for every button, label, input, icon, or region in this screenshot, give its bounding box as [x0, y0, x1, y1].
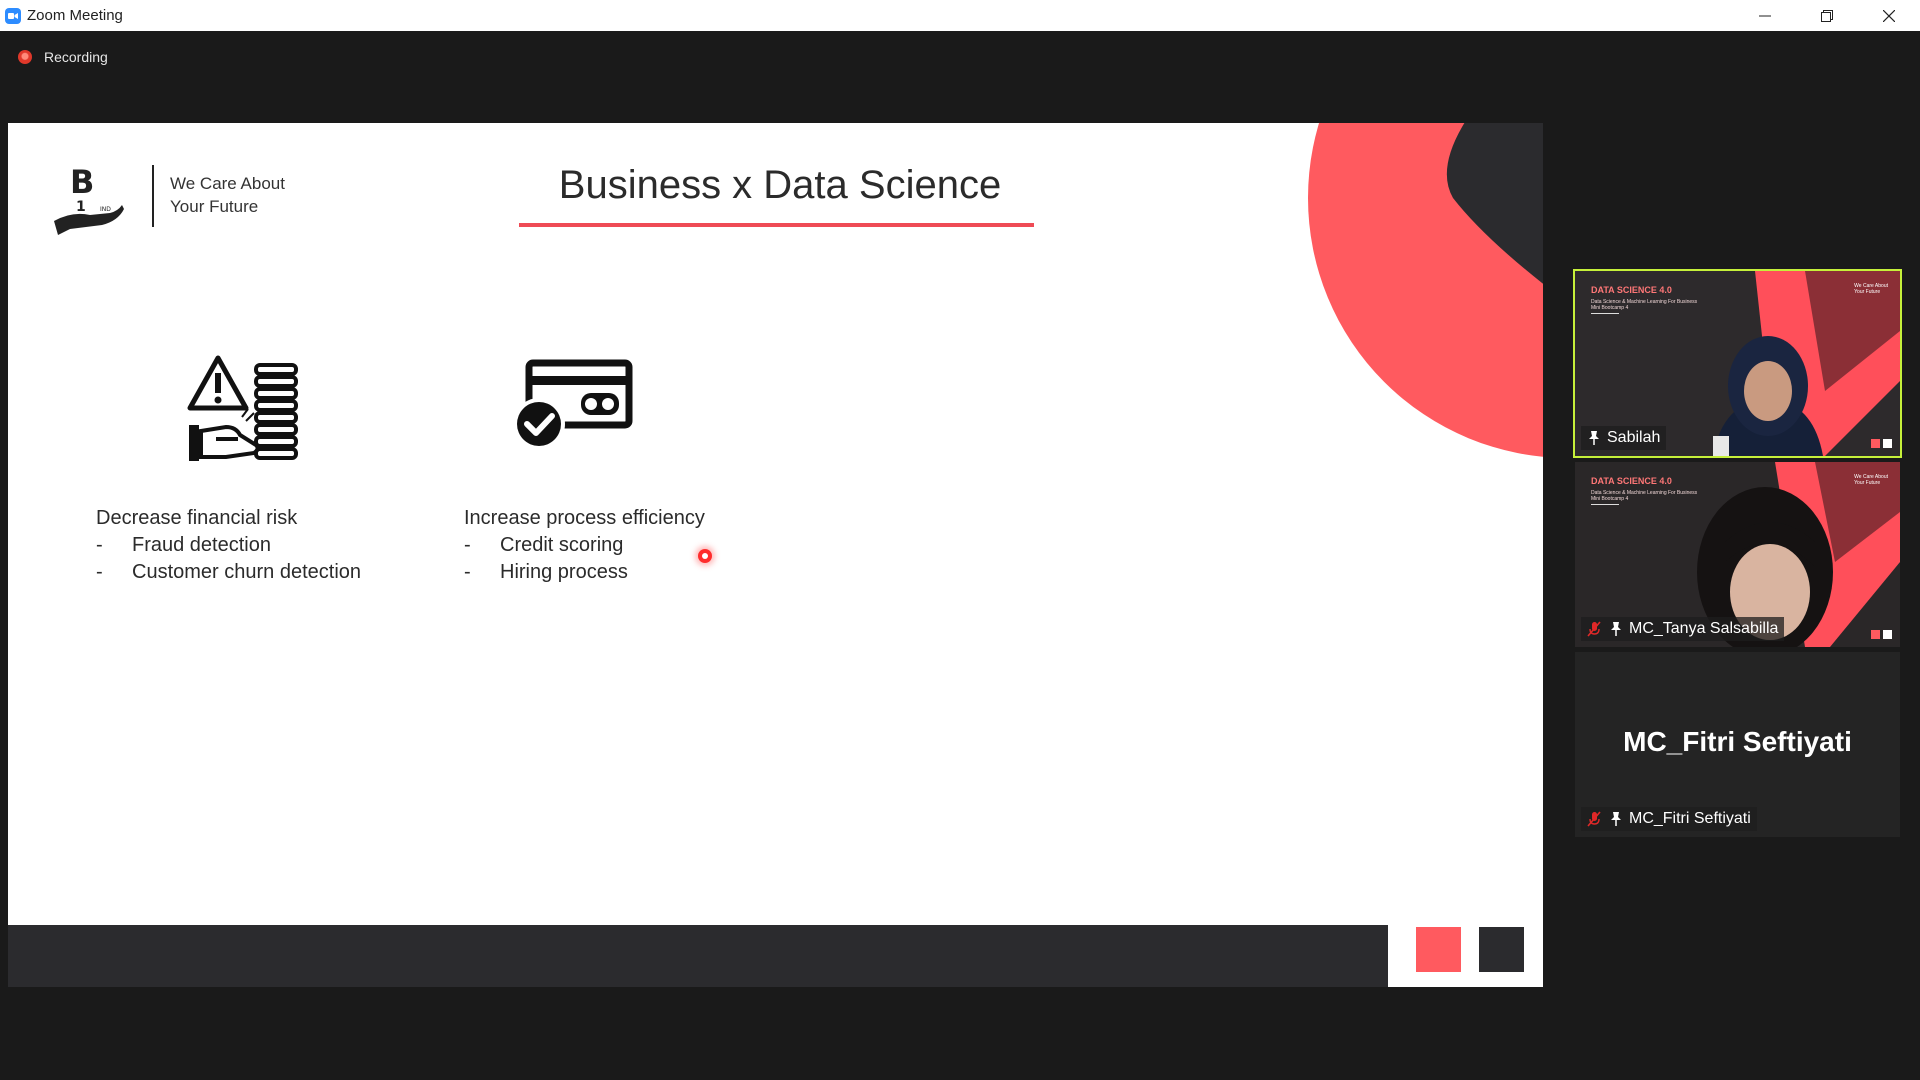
- list-dash: -: [464, 561, 471, 583]
- shared-screen-slide: B 1 IND We Care About Your Future Busine…: [8, 123, 1543, 987]
- zoom-camera-icon: [5, 7, 21, 24]
- participant-name-tag: MC_Fitri Seftiyati: [1581, 807, 1757, 831]
- participant-name-tag: MC_Tanya Salsabilla: [1581, 617, 1785, 641]
- participant-tile-sabilah[interactable]: DATA SCIENCE 4.0 Data Science & Machine …: [1573, 269, 1902, 458]
- tile-slide-sub: Data Science & Machine Learning For Busi…: [1591, 490, 1697, 502]
- laser-pointer: [698, 549, 712, 563]
- close-icon: [1883, 9, 1895, 22]
- participant-tile-mc-tanya[interactable]: DATA SCIENCE 4.0 Data Science & Machine …: [1575, 462, 1900, 647]
- tile-slide-brand: DATA SCIENCE 4.0: [1591, 476, 1672, 486]
- recording-label: Recording: [44, 49, 108, 65]
- participant-name-tag: Sabilah: [1581, 426, 1667, 450]
- svg-text:B: B: [70, 163, 94, 201]
- list-dash: -: [96, 561, 103, 583]
- restore-button[interactable]: [1796, 0, 1858, 31]
- warning-coins-hand-icon: [187, 355, 298, 461]
- mark-red: [1871, 439, 1880, 448]
- list-text: Hiring process: [500, 561, 628, 583]
- tile-slide-tagline-line: Your Future: [1854, 289, 1881, 295]
- tile-slide-brand: DATA SCIENCE 4.0: [1591, 285, 1672, 295]
- minimize-button[interactable]: [1734, 0, 1796, 31]
- list-item: - Customer churn detection: [96, 559, 361, 586]
- tile-slide-tagline: We Care About Your Future: [1854, 474, 1888, 486]
- mark-white: [1883, 439, 1892, 448]
- list-item: - Fraud detection: [96, 532, 361, 559]
- close-button[interactable]: [1858, 0, 1920, 31]
- participant-name: MC_Tanya Salsabilla: [1629, 620, 1779, 637]
- mic-muted-icon: [1585, 810, 1603, 828]
- record-icon: [18, 50, 32, 64]
- tile-slide-tagline-line: Your Future: [1854, 480, 1881, 486]
- logo-divider: [152, 165, 154, 227]
- window-titlebar: Zoom Meeting: [0, 0, 1920, 31]
- tile-slide-marks: [1871, 630, 1892, 639]
- pin-icon: [1585, 429, 1603, 447]
- window-controls: [1734, 0, 1920, 31]
- recording-indicator[interactable]: Recording: [18, 49, 108, 65]
- company-logo-icon: B 1 IND: [54, 163, 124, 235]
- benefit-heading: Increase process efficiency: [464, 507, 705, 529]
- window-title: Zoom Meeting: [27, 7, 123, 24]
- mic-muted-icon: [1585, 620, 1603, 638]
- participant-video-figure: [1713, 336, 1823, 456]
- list-item: - Hiring process: [464, 559, 705, 586]
- mark-white: [1883, 630, 1892, 639]
- mark-red: [1871, 630, 1880, 639]
- slide-tagline: We Care About Your Future: [170, 172, 285, 218]
- list-text: Credit scoring: [500, 534, 624, 556]
- list-dash: -: [464, 534, 471, 556]
- pin-icon: [1607, 810, 1625, 828]
- minimize-icon: [1759, 15, 1771, 16]
- list-text: Fraud detection: [132, 534, 271, 556]
- pin-icon: [1607, 620, 1625, 638]
- tile-slide-tagline: We Care About Your Future: [1854, 283, 1888, 295]
- benefit-left: Decrease financial risk - Fraud detectio…: [96, 505, 361, 586]
- tile-slide-sub-line: Mini Bootcamp 4: [1591, 496, 1629, 502]
- list-text: Customer churn detection: [132, 561, 362, 583]
- svg-text:1: 1: [76, 199, 86, 215]
- slide-title: Business x Data Science: [558, 163, 1002, 207]
- tagline-line: Your Future: [170, 197, 259, 216]
- tile-slide-sub: Data Science & Machine Learning For Busi…: [1591, 299, 1697, 311]
- footer-square-red: [1416, 927, 1461, 972]
- benefit-right: Increase process efficiency - Credit sco…: [464, 505, 705, 586]
- participant-name: Sabilah: [1607, 429, 1661, 446]
- participant-display-name: MC_Fitri Seftiyati: [1623, 726, 1852, 757]
- slide-footer-bar: [8, 925, 1388, 987]
- tile-slide-marks: [1871, 439, 1892, 448]
- participant-tile-mc-fitri[interactable]: MC_Fitri Seftiyati MC_Fitri Seftiyati: [1575, 652, 1900, 837]
- tile-slide-sub-line: Mini Bootcamp 4: [1591, 305, 1629, 311]
- participant-name: MC_Fitri Seftiyati: [1629, 810, 1751, 827]
- title-underline: [519, 223, 1034, 227]
- card-check-icon: [513, 359, 633, 450]
- benefit-heading: Decrease financial risk: [96, 507, 298, 529]
- footer-square-dark: [1479, 927, 1524, 972]
- tagline-line: We Care About: [170, 174, 285, 193]
- restore-icon: [1821, 9, 1833, 22]
- list-item: - Credit scoring: [464, 532, 705, 559]
- list-dash: -: [96, 534, 103, 556]
- svg-text:IND: IND: [100, 206, 111, 213]
